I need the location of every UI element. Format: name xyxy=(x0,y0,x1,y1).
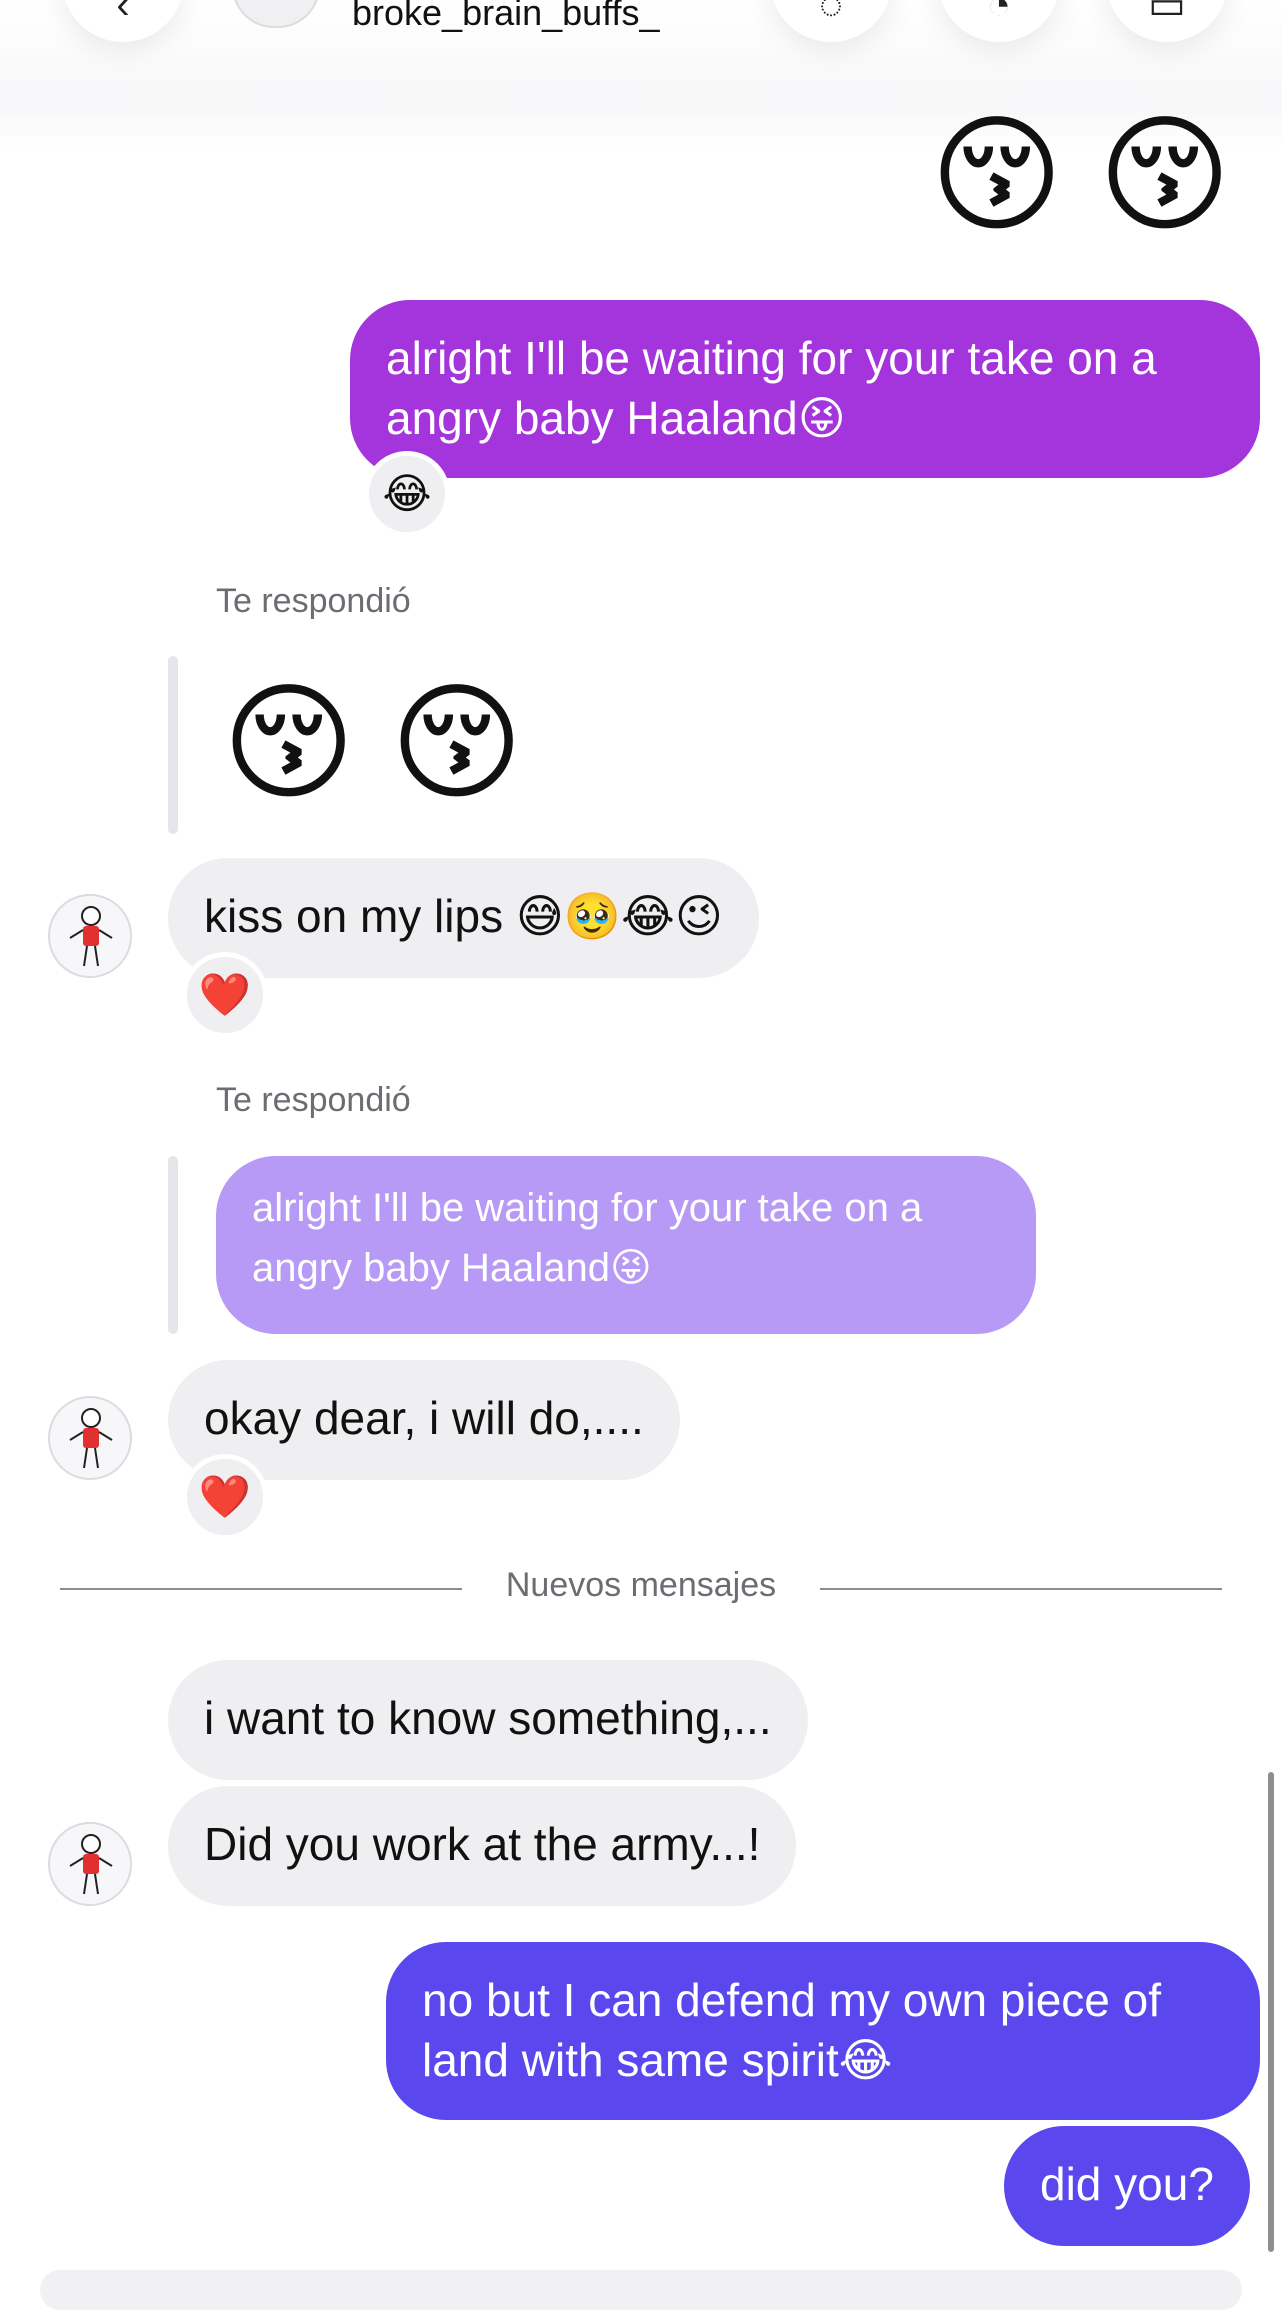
stick-figure-icon xyxy=(69,1834,113,1895)
contact-avatar[interactable] xyxy=(48,1396,132,1480)
back-icon: ‹ xyxy=(116,0,130,27)
info-icon: ▭ xyxy=(1148,0,1186,27)
back-button[interactable]: ‹ xyxy=(62,0,184,42)
message-reaction[interactable]: 😂 xyxy=(364,451,450,537)
reply-label: Te respondió xyxy=(216,1081,411,1119)
video-icon: ◔ xyxy=(986,0,1012,27)
incoming-message[interactable]: i want to know something,... xyxy=(168,1660,808,1780)
header-username[interactable]: broke_brain_buffs_ xyxy=(352,0,660,34)
new-messages-divider: Nuevos mensajes xyxy=(505,1566,777,1604)
outgoing-message[interactable]: did you? xyxy=(1004,2126,1250,2246)
message-reaction[interactable]: ❤️ xyxy=(182,1454,268,1540)
video-call-button[interactable]: ◔ xyxy=(938,0,1060,42)
message-reaction[interactable]: ❤️ xyxy=(182,952,268,1038)
info-button[interactable]: ▭ xyxy=(1106,0,1228,42)
incoming-message[interactable]: kiss on my lips 😅🥹😂😉 xyxy=(168,858,759,978)
contact-avatar[interactable] xyxy=(48,1822,132,1906)
quote-bar xyxy=(168,656,178,834)
message-composer[interactable] xyxy=(40,2270,1242,2310)
quote-bar xyxy=(168,1156,178,1334)
quoted-emoji[interactable]: 😚 xyxy=(390,680,523,808)
call-button[interactable]: ◌ xyxy=(770,0,892,42)
emoji-message[interactable]: 😚 xyxy=(930,112,1063,240)
reply-label: Te respondió xyxy=(216,582,411,620)
header-avatar[interactable] xyxy=(232,0,320,28)
stick-figure-icon xyxy=(69,906,113,967)
quoted-emoji[interactable]: 😚 xyxy=(222,680,355,808)
chat-header: ‹ broke_brain_buffs_ ◌ ◔ ▭ xyxy=(0,0,1282,150)
contact-avatar[interactable] xyxy=(48,894,132,978)
quoted-message[interactable]: alright I'll be waiting for your take on… xyxy=(216,1156,1036,1334)
divider-line-right xyxy=(820,1588,1222,1590)
scrollbar[interactable] xyxy=(1268,1772,1274,2252)
phone-icon: ◌ xyxy=(819,0,843,27)
stick-figure-icon xyxy=(69,1408,113,1469)
incoming-message[interactable]: Did you work at the army...! xyxy=(168,1786,797,1906)
outgoing-message[interactable]: alright I'll be waiting for your take on… xyxy=(350,300,1260,478)
emoji-message[interactable]: 😚 xyxy=(1098,112,1231,240)
outgoing-message[interactable]: no but I can defend my own piece of land… xyxy=(386,1942,1260,2120)
